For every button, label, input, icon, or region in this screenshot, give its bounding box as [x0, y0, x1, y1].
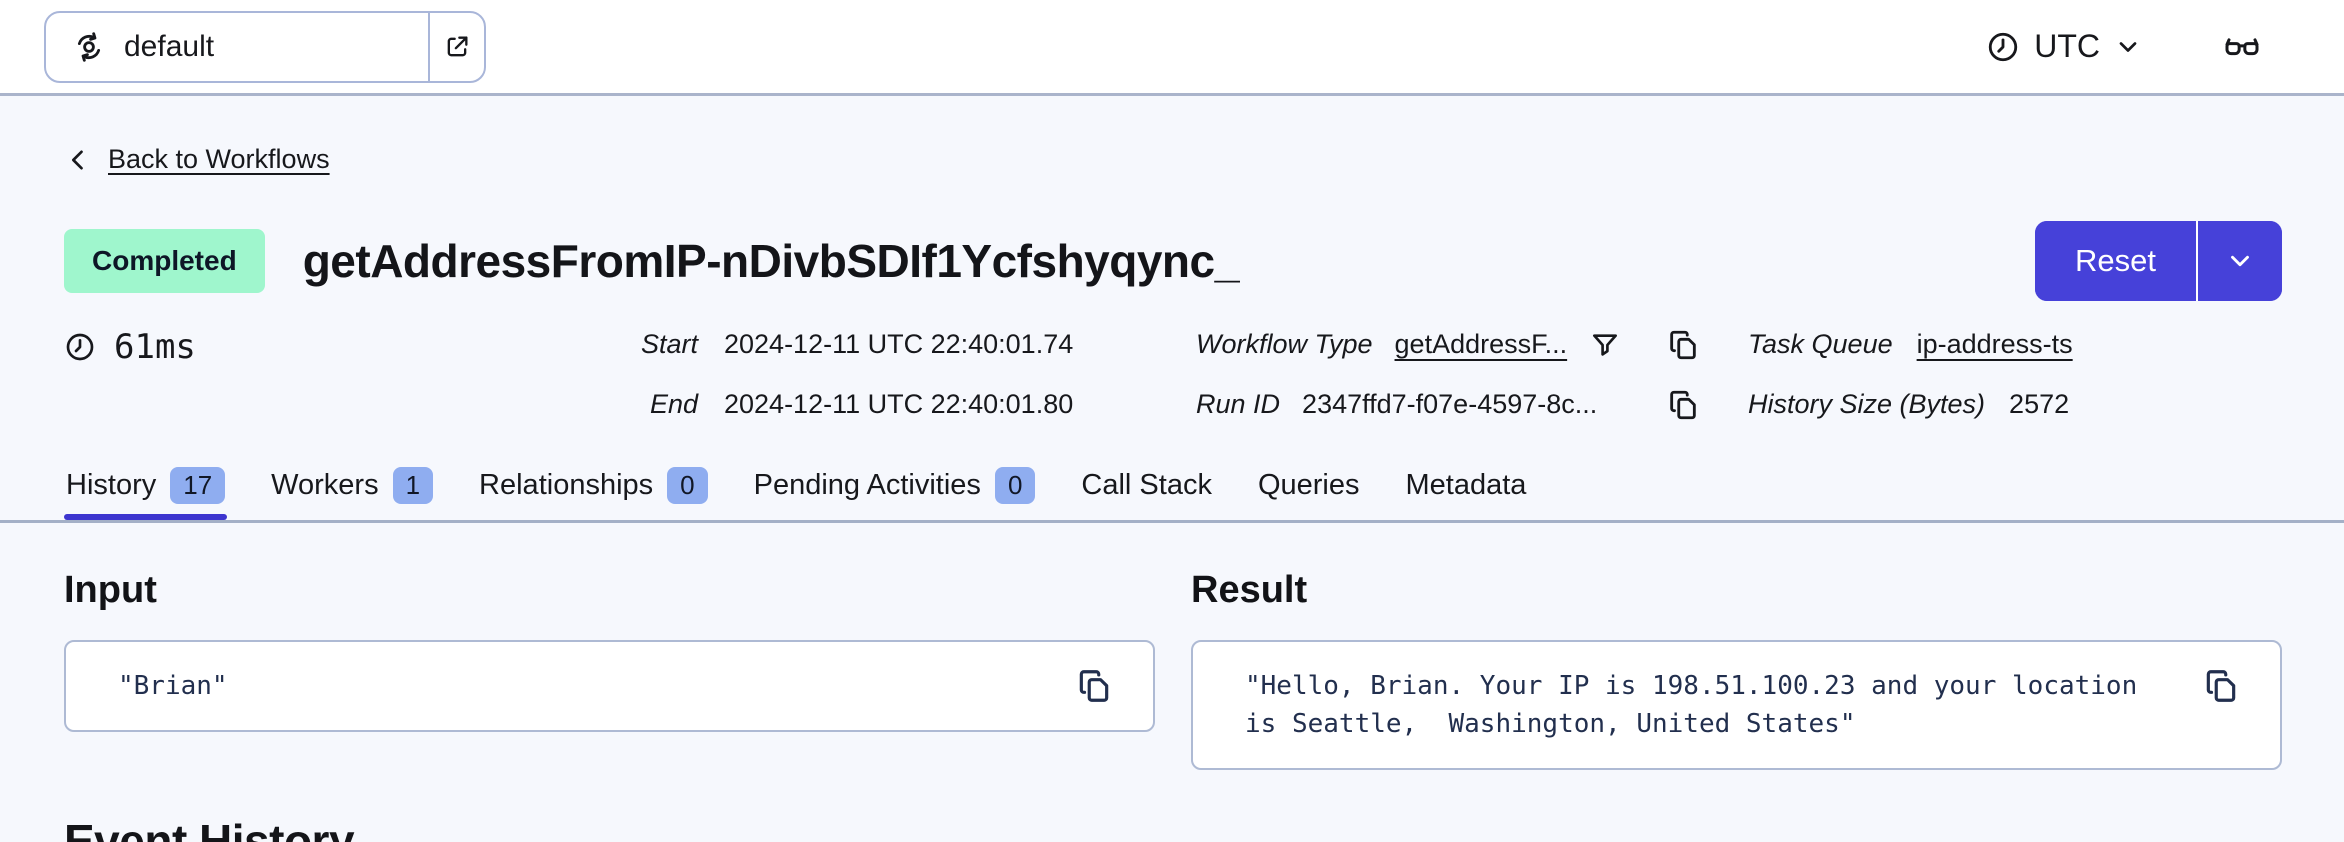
- reset-split-button: Reset: [2035, 220, 2282, 301]
- tab-label: Relationships: [479, 468, 654, 501]
- tab-metadata[interactable]: Metadata: [1404, 469, 1529, 518]
- id-column: Workflow Type getAddressF... Run ID 2347…: [1196, 327, 1748, 423]
- tab-count-badge: 17: [170, 466, 226, 504]
- timezone-label: UTC: [2034, 28, 2100, 64]
- tab-label: Metadata: [1405, 468, 1527, 501]
- filter-icon[interactable]: [1589, 329, 1621, 361]
- task-queue-row: Task Queue ip-address-ts: [1748, 327, 2282, 363]
- labs-mode-button[interactable]: [2222, 27, 2262, 67]
- copy-icon[interactable]: [1666, 388, 1712, 422]
- tab-pending-activities[interactable]: Pending Activities 0: [752, 466, 1038, 520]
- start-label: Start: [640, 329, 698, 359]
- result-panel: Result "Hello, Brian. Your IP is 198.51.…: [1191, 569, 2282, 770]
- namespace-name: default: [124, 29, 215, 63]
- input-value: "Brian": [118, 670, 228, 701]
- chevron-left-icon: [64, 146, 92, 174]
- task-queue-link[interactable]: ip-address-ts: [1917, 329, 2073, 360]
- result-value: "Hello, Brian. Your IP is 198.51.100.23 …: [1245, 670, 2153, 739]
- top-bar-right: UTC: [1986, 27, 2262, 67]
- copy-icon[interactable]: [1075, 667, 1113, 705]
- workflow-header-left: Completed getAddressFromIP-nDivbSDIf1Ycf…: [64, 228, 1240, 293]
- tab-label: Pending Activities: [753, 468, 981, 501]
- tab-relationships[interactable]: Relationships 0: [477, 466, 710, 520]
- run-id-value: 2347ffd7-f07e-4597-8c...: [1302, 389, 1598, 419]
- result-heading: Result: [1191, 568, 1308, 611]
- input-box: "Brian": [64, 639, 1155, 732]
- chevron-down-icon: [2114, 33, 2142, 61]
- status-badge: Completed: [64, 228, 265, 293]
- workflow-type-label: Workflow Type: [1196, 329, 1373, 359]
- workflow-title: getAddressFromIP-nDivbSDIf1Ycfshyqync_: [302, 234, 1240, 287]
- workflow-detail-page: Back to Workflows Completed getAddressFr…: [0, 96, 2344, 842]
- copy-icon[interactable]: [2202, 667, 2240, 705]
- event-history-heading: Event History: [64, 814, 355, 842]
- duration-column: 61ms: [64, 327, 628, 423]
- tab-count-badge: 1: [392, 466, 434, 504]
- result-box: "Hello, Brian. Your IP is 198.51.100.23 …: [1191, 639, 2282, 770]
- tab-label: History: [66, 468, 157, 501]
- namespace-current[interactable]: default: [46, 13, 428, 81]
- tab-workers[interactable]: Workers 1: [269, 466, 435, 520]
- workflow-details-grid: 61ms Start 2024-12-11 UTC 22:40:01.74 En…: [64, 327, 2282, 423]
- workflow-type-row: Workflow Type getAddressF...: [1196, 327, 1748, 363]
- clock-icon: [1986, 30, 2020, 64]
- namespace-open-button[interactable]: [428, 12, 484, 81]
- chevron-down-icon: [2225, 246, 2255, 276]
- task-queue-label: Task Queue: [1748, 329, 1893, 359]
- start-value: 2024-12-11 UTC 22:40:01.74: [724, 329, 1074, 359]
- history-size-row: History Size (Bytes) 2572: [1748, 387, 2282, 423]
- time-column: Start 2024-12-11 UTC 22:40:01.74 End 202…: [628, 327, 1196, 423]
- copy-icon[interactable]: [1666, 328, 1712, 362]
- duration-row: 61ms: [64, 327, 628, 367]
- tab-label: Workers: [271, 468, 379, 501]
- input-heading: Input: [64, 568, 157, 611]
- external-link-icon: [443, 33, 471, 61]
- back-link-label: Back to Workflows: [108, 144, 330, 174]
- end-value: 2024-12-11 UTC 22:40:01.80: [724, 389, 1074, 419]
- input-result-section: Input "Brian" Result "Hello, Brian. Your…: [64, 569, 2282, 770]
- tab-count-badge: 0: [667, 466, 708, 504]
- tabs-divider: [0, 519, 2344, 523]
- tab-history[interactable]: History 17: [64, 466, 228, 520]
- history-size-value: 2572: [2009, 389, 2070, 419]
- clock-icon: [64, 331, 96, 363]
- tab-label: Call Stack: [1081, 468, 1212, 501]
- tab-count-badge: 0: [994, 466, 1036, 504]
- run-id-label: Run ID: [1196, 389, 1281, 419]
- reset-dropdown-button[interactable]: [2196, 220, 2282, 301]
- workflow-header: Completed getAddressFromIP-nDivbSDIf1Ycf…: [64, 220, 2282, 301]
- timezone-selector[interactable]: UTC: [1986, 28, 2142, 65]
- workflow-tabs: History 17 Workers 1 Relationships 0 Pen…: [64, 466, 2282, 520]
- reset-button[interactable]: Reset: [2035, 220, 2196, 301]
- tab-label: Queries: [1257, 468, 1360, 501]
- glasses-icon: [2222, 27, 2262, 67]
- tab-queries[interactable]: Queries: [1256, 469, 1362, 518]
- input-panel: Input "Brian": [64, 569, 1155, 770]
- end-label: End: [649, 389, 698, 419]
- end-row: End 2024-12-11 UTC 22:40:01.80: [628, 387, 1196, 423]
- namespace-cycle-icon: [72, 30, 106, 64]
- top-bar: default UTC: [0, 0, 2344, 96]
- tab-call-stack[interactable]: Call Stack: [1079, 469, 1214, 518]
- duration-value: 61ms: [114, 326, 196, 367]
- start-row: Start 2024-12-11 UTC 22:40:01.74: [628, 327, 1196, 363]
- namespace-switcher[interactable]: default: [44, 10, 486, 83]
- history-size-label: History Size (Bytes): [1748, 389, 1986, 419]
- run-id-row: Run ID 2347ffd7-f07e-4597-8c...: [1196, 387, 1748, 423]
- back-to-workflows-link[interactable]: Back to Workflows: [64, 144, 330, 175]
- workflow-type-link[interactable]: getAddressF...: [1395, 329, 1568, 360]
- queue-column: Task Queue ip-address-ts History Size (B…: [1748, 327, 2282, 423]
